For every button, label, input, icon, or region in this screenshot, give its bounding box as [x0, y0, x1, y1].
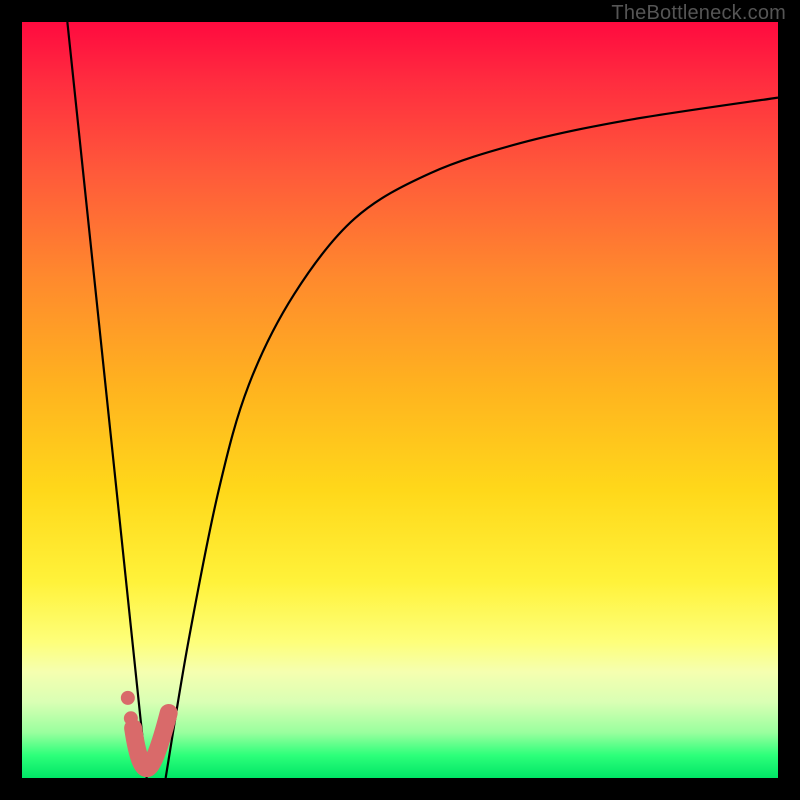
chart-frame: [22, 22, 778, 778]
saturating-curve: [166, 98, 778, 778]
j-marker: [133, 713, 169, 768]
chart-svg: [22, 22, 778, 778]
marker-dot: [121, 691, 135, 705]
watermark-text: TheBottleneck.com: [611, 2, 786, 25]
marker-dot: [124, 711, 138, 725]
left-falling-line: [67, 22, 146, 778]
